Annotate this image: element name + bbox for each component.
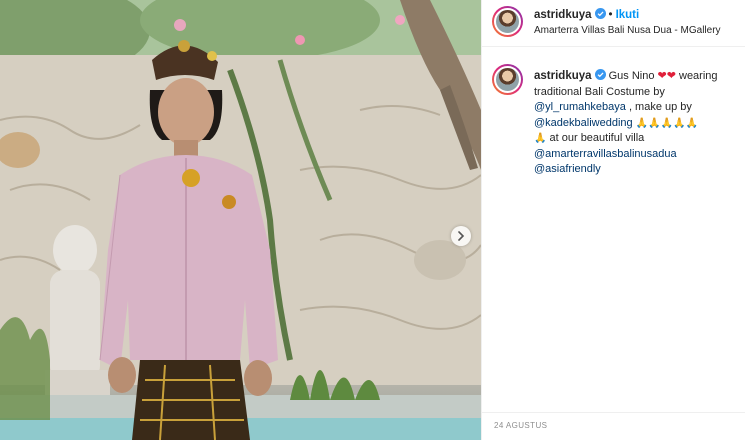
caption-avatar[interactable]: [492, 64, 523, 95]
divider: [482, 412, 745, 413]
chevron-right-icon: [458, 231, 465, 241]
post-date[interactable]: 24 AGUSTUS: [494, 421, 547, 430]
mention-link[interactable]: @amarterravillasbalinusadua: [534, 148, 677, 160]
location-link[interactable]: Amarterra Villas Bali Nusa Dua - MGaller…: [534, 25, 721, 36]
caption-text: astridkuya Gus Nino ❤❤ wearing tradition…: [534, 68, 739, 178]
post-photo[interactable]: [0, 0, 481, 440]
caption-username-link[interactable]: astridkuya: [534, 70, 592, 82]
username-link[interactable]: astridkuya: [534, 9, 592, 21]
pray-emoji: 🙏: [534, 133, 547, 144]
header-user-line: astridkuya • Ikuti: [534, 8, 639, 21]
post-header: astridkuya • Ikuti Amarterra Villas Bali N…: [482, 0, 745, 47]
avatar[interactable]: [492, 6, 523, 37]
mention-link[interactable]: @yl_rumahkebaya: [534, 101, 626, 113]
photo-illustration: [0, 0, 481, 440]
verified-badge-icon: [594, 69, 606, 80]
mention-link[interactable]: @asiafriendly: [534, 163, 601, 175]
post-side-panel: astridkuya • Ikuti Amarterra Villas Bali N…: [481, 0, 745, 440]
follow-button[interactable]: Ikuti: [616, 9, 640, 21]
next-photo-button[interactable]: [451, 226, 471, 246]
mention-link[interactable]: @kadekbaliwedding: [534, 117, 633, 129]
pray-emoji: 🙏🙏🙏🙏🙏: [632, 117, 699, 129]
separator-dot: •: [608, 9, 613, 21]
caption-part: at our beautiful villa: [546, 132, 645, 144]
heart-emoji: ❤❤: [657, 69, 676, 82]
verified-badge-icon: [594, 8, 606, 19]
caption-part: Gus Nino: [605, 70, 658, 82]
caption-part: , make up by: [625, 101, 692, 113]
